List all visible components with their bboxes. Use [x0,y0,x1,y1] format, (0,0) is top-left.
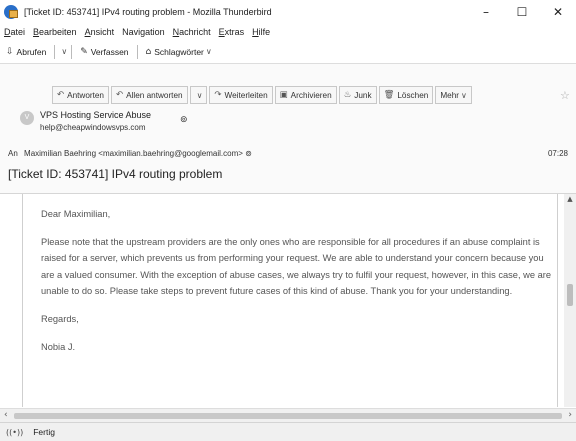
compose-button[interactable]: ✎ Verfassen [76,42,132,62]
menu-nachricht[interactable]: Nachricht [173,27,211,37]
scroll-right-arrow-icon[interactable]: › [568,410,572,420]
status-text: Fertig [33,427,55,437]
get-mail-button[interactable]: ⇩ Abrufen [2,42,50,62]
body-greeting: Dear Maximilian, [41,209,111,219]
message-time: 07:28 [547,149,568,158]
horizontal-scroll-thumb[interactable] [14,413,562,419]
activity-icon: ((•)) [6,427,24,437]
junk-button[interactable]: ♨ Junk [338,86,377,104]
tags-button[interactable]: ⌂ Schlagwörter ∨ [142,42,216,62]
message-body-text: Dear Maximilian, Please note that the up… [41,206,553,367]
reply-all-icon: ↶ [116,90,124,100]
sender-email[interactable]: help@cheapwindowsvps.com [40,123,146,132]
archive-icon: ▣ [279,90,288,100]
chevron-down-icon: ∨ [196,90,203,100]
thunderbird-logo-icon [4,5,18,19]
message-body-frame: Dear Maximilian, Please note that the up… [22,194,558,407]
to-label: An [8,149,18,158]
tag-icon: ⌂ [145,46,152,57]
add-contact-icon[interactable]: ⊚ [180,115,188,125]
junk-icon: ♨ [343,90,352,100]
body-signature: Nobia J. [41,342,76,353]
archive-button[interactable]: ▣ Archivieren [274,86,337,104]
menu-navigation[interactable]: Navigation [122,27,165,37]
message-subject: [Ticket ID: 453741] IPv4 routing problem [8,167,223,181]
vertical-scroll-thumb[interactable] [567,284,573,306]
forward-icon: ↷ [214,90,222,100]
sender-avatar: V [20,111,34,125]
horizontal-scrollbar[interactable]: ‹ › [0,408,576,422]
minimize-button[interactable]: – [468,0,504,24]
trash-icon: 🗑 [383,90,395,100]
more-button[interactable]: Mehr ∨ [435,86,472,104]
scroll-left-arrow-icon[interactable]: ‹ [4,410,8,420]
recipient-row: An Maximilian Baehring <maximilian.baehr… [8,149,252,158]
toolbar-divider [71,44,73,59]
close-button[interactable]: ✕ [540,0,576,24]
menu-bearbeiten[interactable]: Bearbeiten [33,27,77,37]
message-body-pane: Dear Maximilian, Please note that the up… [0,194,576,424]
menu-datei[interactable]: Datei [4,27,25,37]
window-title: [Ticket ID: 453741] IPv4 routing problem… [24,7,272,17]
chevron-down-icon: ∨ [460,90,467,100]
toolbar-divider [136,44,138,59]
menu-extras[interactable]: Extras [219,27,245,37]
pencil-icon: ✎ [80,46,88,57]
menu-hilfe[interactable]: Hilfe [252,27,270,37]
star-icon[interactable]: ☆ [560,89,570,102]
get-mail-dropdown-chevron-icon[interactable]: ∨ [61,47,67,56]
scroll-up-arrow-icon[interactable]: ▲ [564,194,576,204]
sender-name[interactable]: VPS Hosting Service Abuse [40,110,151,120]
body-closing: Regards, [41,314,79,325]
menubar: Datei Bearbeiten Ansicht Navigation Nach… [0,24,576,40]
contact-status-icon[interactable]: ⊚ [245,149,252,158]
reply-button[interactable]: ↶ Antworten [52,86,109,104]
recipient-value[interactable]: Maximilian Baehring <maximilian.baehring… [24,149,243,158]
reply-all-dropdown-button[interactable]: ∨ [189,86,208,104]
maximize-button[interactable]: ☐ [504,0,540,24]
toolbar-divider [54,44,56,59]
menu-ansicht[interactable]: Ansicht [85,27,115,37]
get-mail-icon: ⇩ [6,46,14,57]
delete-button[interactable]: 🗑 Löschen [378,86,434,104]
message-actions-bar: ↶ Antworten ↶ Allen antworten ∨ ↷ Weiterlei… [52,86,474,104]
vertical-scrollbar[interactable]: ▲ [564,194,576,407]
status-bar: ((•)) Fertig [0,422,576,441]
window-titlebar: [Ticket ID: 453741] IPv4 routing problem… [0,0,576,24]
main-toolbar: ⇩ Abrufen ∨ ✎ Verfassen ⌂ Schlagwörter ∨ [0,40,576,64]
reply-icon: ↶ [57,90,65,100]
forward-button[interactable]: ↷ Weiterleiten [209,86,273,104]
body-paragraph: Please note that the upstream providers … [41,237,552,296]
reply-all-button[interactable]: ↶ Allen antworten [111,86,188,104]
chevron-down-icon: ∨ [205,47,212,56]
